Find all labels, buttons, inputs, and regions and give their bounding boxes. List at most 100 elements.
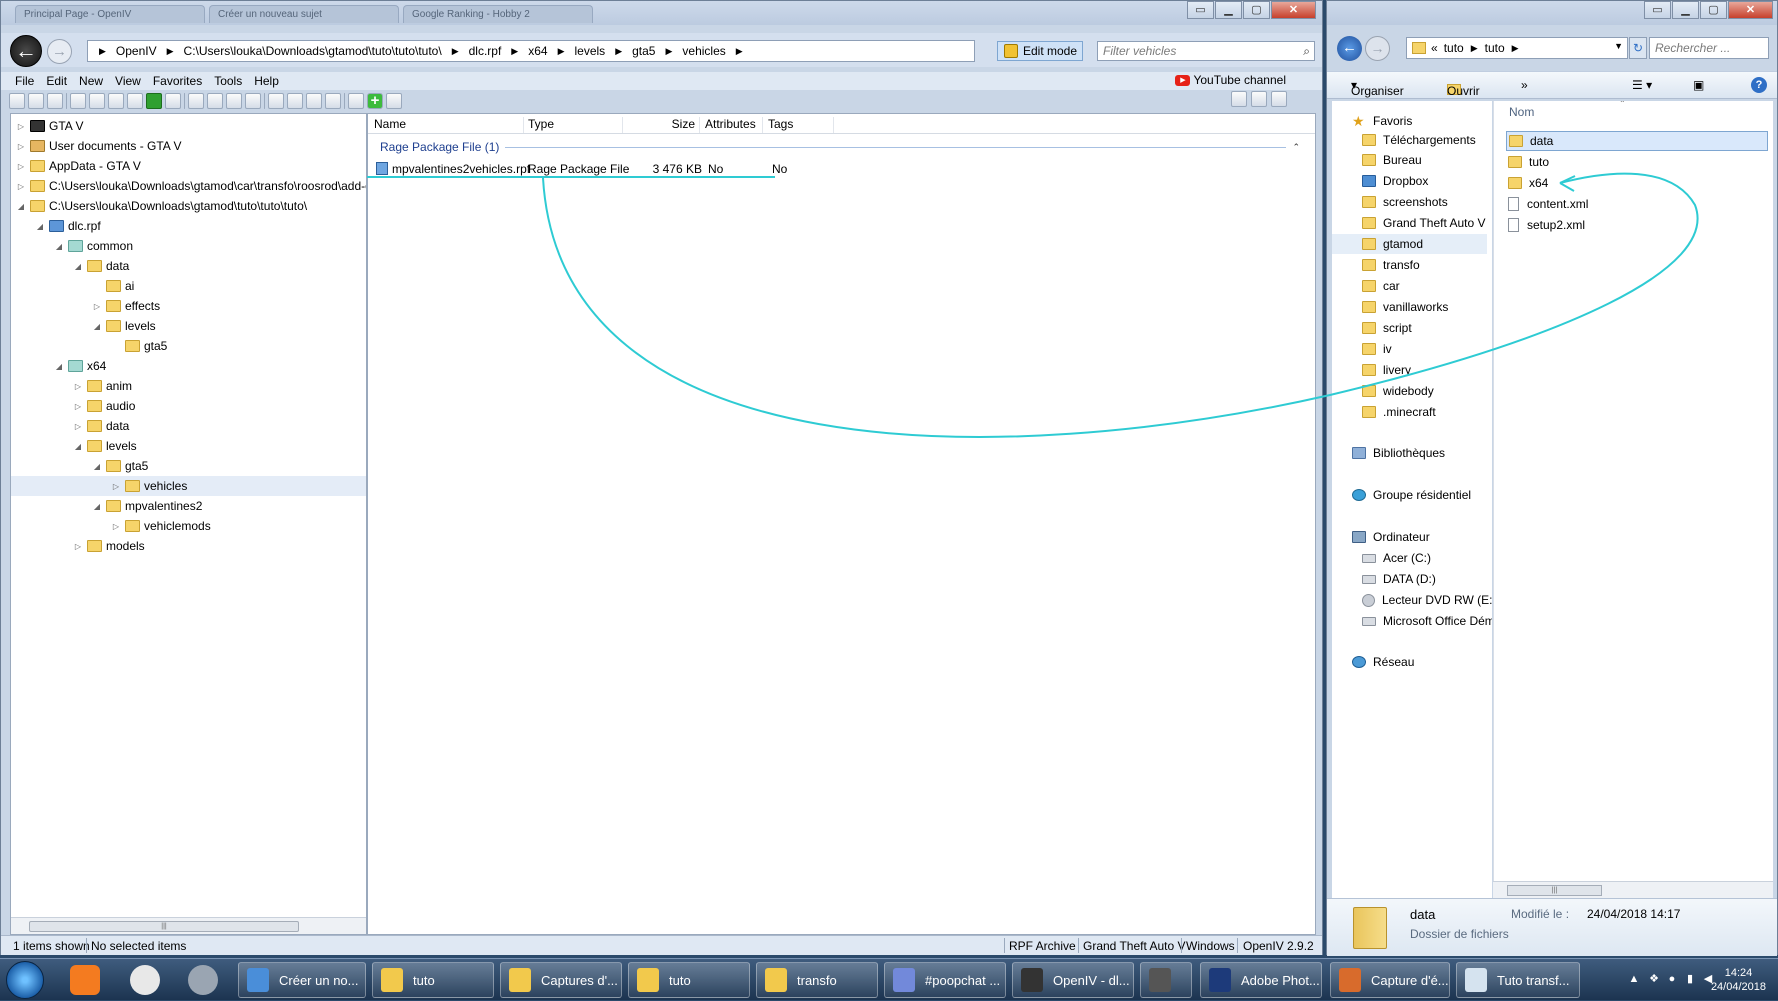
menu-help[interactable]: Help xyxy=(248,72,285,90)
folder-item[interactable]: tuto xyxy=(1506,152,1768,172)
column-attributes[interactable]: Attributes xyxy=(701,117,763,133)
collapse-icon[interactable]: ◢ xyxy=(72,442,84,451)
collapse-icon[interactable]: ◢ xyxy=(53,242,65,251)
import-icon[interactable] xyxy=(268,93,284,109)
breadcrumb-root-arrow-icon[interactable]: ▶ xyxy=(93,46,112,57)
nav-item[interactable]: Bureau xyxy=(1362,150,1422,170)
tree-node[interactable]: ◢ levels xyxy=(72,436,137,456)
tree-node[interactable]: ▷ anim xyxy=(72,376,132,396)
nav-item[interactable]: car xyxy=(1362,276,1400,296)
tray-expand-icon[interactable]: ▲ xyxy=(1628,973,1640,985)
menu-favorites[interactable]: Favorites xyxy=(147,72,208,90)
start-button[interactable] xyxy=(6,961,44,999)
text-icon[interactable] xyxy=(245,93,261,109)
network-icon[interactable]: ▮ xyxy=(1684,973,1696,985)
tree-node[interactable]: ai xyxy=(91,276,134,296)
nav-item[interactable]: Acer (C:) xyxy=(1362,548,1431,568)
explorer-minimize-button[interactable]: ▁ xyxy=(1672,1,1699,19)
add-icon[interactable]: + xyxy=(367,93,383,109)
tree-node[interactable]: ▷ GTA V xyxy=(15,116,84,136)
tree-horizontal-scrollbar[interactable]: ||| xyxy=(11,917,366,934)
explorer-maximize-button[interactable]: ▢ xyxy=(1700,1,1727,19)
expand-icon[interactable]: ▷ xyxy=(15,142,27,151)
tree-node[interactable]: ◢ C:\Users\louka\Downloads\gtamod\tuto\tu… xyxy=(15,196,307,216)
nav-item[interactable]: Microsoft Office Dém xyxy=(1362,611,1492,631)
menu-edit[interactable]: Edit xyxy=(40,72,73,90)
restore-button[interactable]: ▭ xyxy=(1187,1,1214,19)
breadcrumb-item[interactable]: OpenIV xyxy=(112,44,161,58)
open-icon[interactable] xyxy=(47,93,63,109)
scrollbar-thumb[interactable]: ||| xyxy=(29,921,299,932)
group-header[interactable]: Rage Package File (1) ⌃ xyxy=(380,140,1300,154)
tree-node[interactable]: ◢ x64 xyxy=(53,356,106,376)
address-separator-icon[interactable]: ▶ xyxy=(1505,43,1526,54)
taskbar-button[interactable]: #poopchat ... xyxy=(884,962,1006,998)
explorer-address-bar[interactable]: « tuto ▶ tuto ▶ ▼ xyxy=(1406,37,1628,59)
tree-node[interactable]: ▷ User documents - GTA V xyxy=(15,136,182,156)
rename-icon[interactable] xyxy=(306,93,322,109)
expand-icon[interactable]: ▷ xyxy=(91,302,103,311)
taskbar-button[interactable]: tuto xyxy=(372,962,494,998)
expand-icon[interactable]: ▷ xyxy=(110,522,122,531)
breadcrumb[interactable]: ▶ OpenIV ▶ C:\Users\louka\Downloads\gtamo… xyxy=(87,40,975,62)
expand-icon[interactable]: ▷ xyxy=(72,382,84,391)
taskbar-button[interactable]: Créer un no... xyxy=(238,962,366,998)
forward-button[interactable]: → xyxy=(47,39,72,64)
nav-item[interactable]: Ordinateur xyxy=(1352,527,1430,547)
menu-view[interactable]: View xyxy=(109,72,147,90)
document-icon[interactable] xyxy=(226,93,242,109)
play-icon[interactable] xyxy=(146,93,162,109)
nav-item[interactable]: script xyxy=(1362,318,1412,338)
taskbar-button[interactable]: Captures d'... xyxy=(500,962,622,998)
breadcrumb-separator-icon[interactable]: ▶ xyxy=(446,46,465,57)
taskbar-button[interactable]: OpenIV - dl... xyxy=(1012,962,1134,998)
preview-pane-icon[interactable]: ▣ xyxy=(1693,78,1704,92)
refresh-icon[interactable] xyxy=(70,93,86,109)
explorer-forward-button[interactable]: → xyxy=(1365,36,1390,61)
breadcrumb-item[interactable]: dlc.rpf xyxy=(465,44,506,58)
tree-node[interactable]: ▷ effects xyxy=(91,296,160,316)
nav-item[interactable]: livery xyxy=(1362,360,1411,380)
breadcrumb-separator-icon[interactable]: ▶ xyxy=(730,46,749,57)
explorer-search-input[interactable]: Rechercher ... xyxy=(1649,37,1769,59)
view-dropdown-icon[interactable] xyxy=(1251,91,1267,107)
column-size[interactable]: Size xyxy=(624,117,700,133)
tree-node[interactable]: ▷ data xyxy=(72,416,129,436)
back-button[interactable]: ← xyxy=(10,35,42,67)
edit-icon[interactable] xyxy=(188,93,204,109)
tree-node[interactable]: ▷ vehicles xyxy=(11,476,366,496)
collapse-icon[interactable]: ⌃ xyxy=(1292,142,1300,153)
tree-node[interactable]: ▷ C:\Users\louka\Downloads\gtamod\car\tra… xyxy=(15,176,366,196)
tree-node[interactable]: ▷ vehiclemods xyxy=(110,516,211,536)
taskbar-button[interactable]: Tuto transf... xyxy=(1456,962,1580,998)
collapse-icon[interactable]: ◢ xyxy=(53,362,65,371)
nav-item[interactable]: Réseau xyxy=(1352,652,1414,672)
minimize-button[interactable]: ▁ xyxy=(1215,1,1242,19)
tree-node[interactable]: ▷ audio xyxy=(72,396,135,416)
column-type[interactable]: Type xyxy=(525,117,623,133)
breadcrumb-item[interactable]: C:\Users\louka\Downloads\gtamod\tuto\tut… xyxy=(180,44,446,58)
column-tags[interactable]: Tags xyxy=(764,117,834,133)
pinned-app-icon[interactable] xyxy=(70,965,100,995)
explorer-back-button[interactable]: ← xyxy=(1337,36,1362,61)
tree-node[interactable]: ◢ mpvalentines2 xyxy=(91,496,202,516)
tree-node[interactable]: ◢ data xyxy=(72,256,129,276)
youtube-channel-link[interactable]: ▶ YouTube channel xyxy=(1175,72,1286,88)
save-icon[interactable] xyxy=(165,93,181,109)
tree-node[interactable]: ◢ gta5 xyxy=(91,456,148,476)
new-folder-icon[interactable] xyxy=(386,93,402,109)
preview-pane-icon[interactable] xyxy=(1271,91,1287,107)
nav-item[interactable]: ★ Favoris xyxy=(1352,111,1412,131)
scrollbar-thumb[interactable]: ||| xyxy=(1507,885,1602,896)
tree-node[interactable]: ▷ AppData - GTA V xyxy=(15,156,141,176)
address-separator-icon[interactable]: ▶ xyxy=(1464,43,1485,54)
nav-item[interactable]: Téléchargements xyxy=(1362,130,1476,150)
taskbar-button[interactable]: Adobe Phot... xyxy=(1200,962,1322,998)
explorer-restore-button[interactable]: ▭ xyxy=(1644,1,1671,19)
maximize-button[interactable]: ▢ xyxy=(1243,1,1270,19)
tree-node[interactable]: ◢ dlc.rpf xyxy=(34,216,101,236)
collapse-icon[interactable]: ◢ xyxy=(34,222,46,231)
nav-item[interactable]: gtamod xyxy=(1332,234,1487,254)
tray-app-icon[interactable]: ● xyxy=(1666,973,1678,985)
address-crumb[interactable]: tuto xyxy=(1485,41,1505,55)
